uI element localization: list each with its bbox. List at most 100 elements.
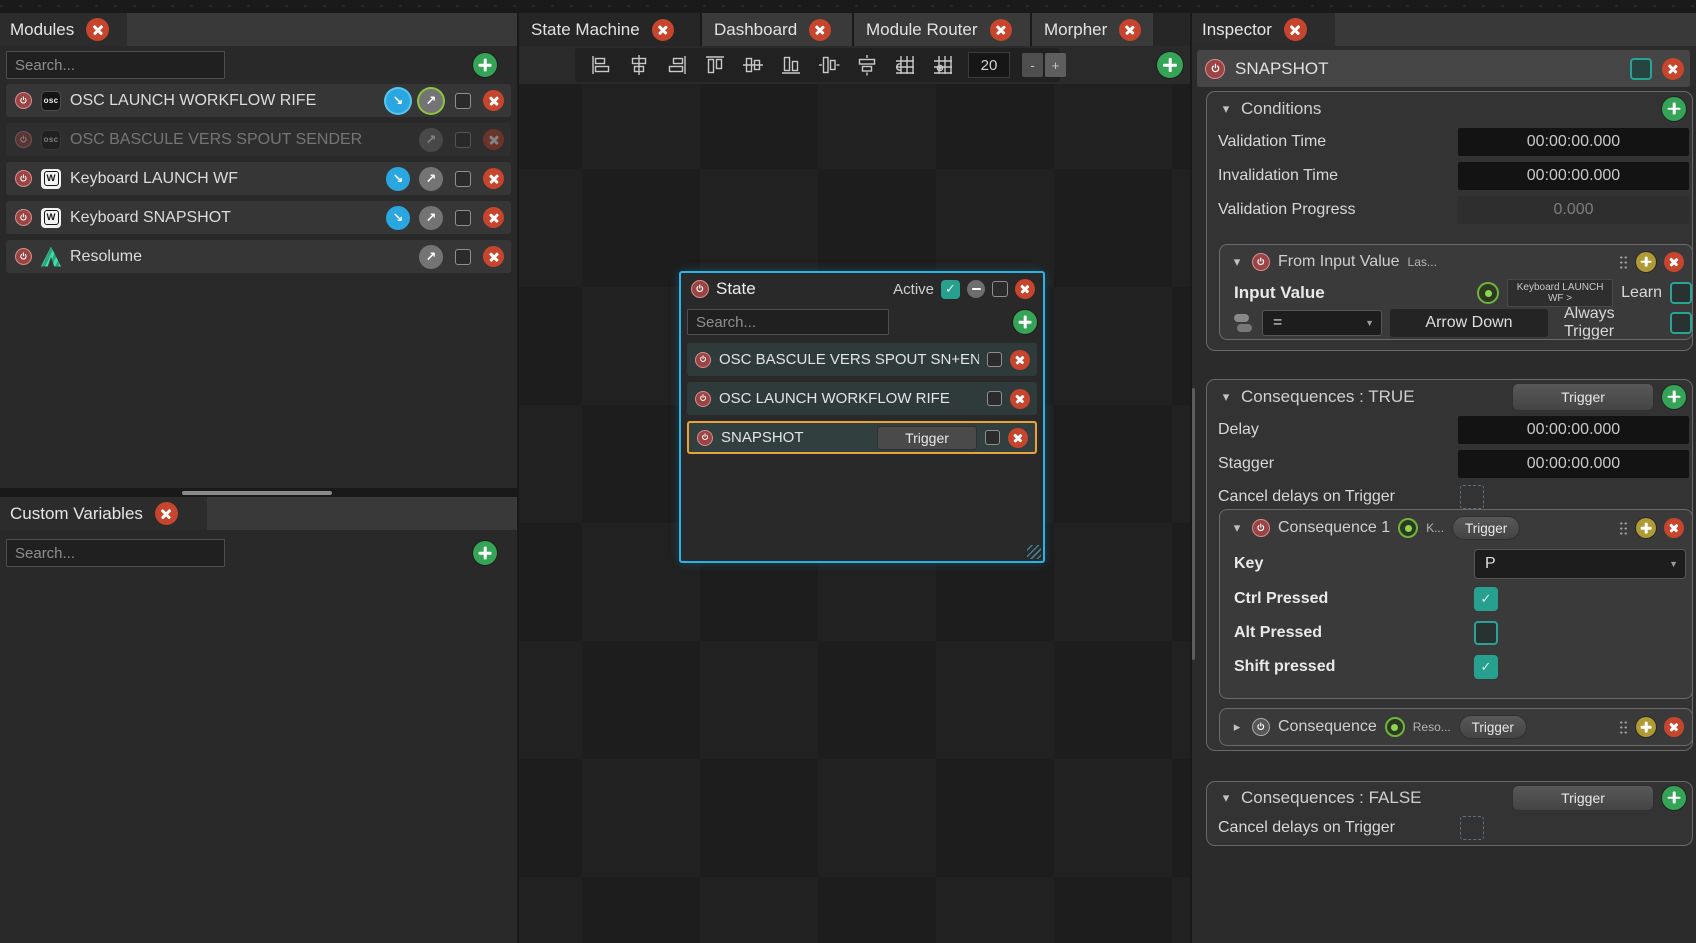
item-checkbox[interactable] — [987, 391, 1002, 406]
consequences-true-header[interactable]: ▾ Consequences : TRUE Trigger — [1207, 380, 1692, 413]
align-left-icon[interactable] — [588, 52, 614, 78]
drag-handle-icon[interactable] — [1619, 255, 1628, 269]
search-input[interactable] — [6, 51, 225, 79]
alt-pressed-checkbox[interactable] — [1474, 621, 1498, 645]
remove-module-button[interactable] — [483, 168, 504, 189]
align-top-icon[interactable] — [702, 52, 728, 78]
state-node-header[interactable]: State Active ✓ — [681, 273, 1043, 305]
power-icon[interactable] — [1252, 718, 1270, 736]
active-checkbox[interactable]: ✓ — [941, 280, 960, 299]
cancel-delays-checkbox[interactable] — [1460, 816, 1484, 840]
power-icon[interactable] — [15, 248, 32, 265]
chevron-down-icon[interactable]: ▾ — [1219, 101, 1233, 117]
duplicate-consequence-button[interactable] — [1636, 717, 1656, 737]
tab-dashboard[interactable]: Dashboard — [702, 13, 852, 46]
module-row[interactable]: WKeyboard SNAPSHOT↘↗ — [6, 201, 511, 234]
chevron-down-icon[interactable]: ▾ — [1230, 520, 1244, 536]
tab-modules[interactable]: Modules — [0, 13, 127, 46]
align-right-icon[interactable] — [664, 52, 690, 78]
from-input-value-header[interactable]: ▾ From Input Value Las... — [1220, 245, 1692, 278]
comparator-toggle-icon[interactable] — [1234, 313, 1254, 333]
validation-time-field[interactable]: 00:00:00.000 — [1458, 128, 1689, 156]
drag-handle-icon[interactable] — [1619, 720, 1628, 734]
state-item-row[interactable]: SNAPSHOTTrigger — [687, 421, 1037, 454]
enabled-checkbox[interactable] — [1630, 58, 1652, 80]
ctrl-pressed-checkbox[interactable]: ✓ — [1474, 587, 1498, 611]
power-icon[interactable] — [695, 391, 711, 407]
search-input[interactable] — [687, 309, 889, 335]
tab-module-router[interactable]: Module Router — [854, 13, 1030, 46]
power-icon[interactable] — [691, 280, 709, 298]
remove-consequence-button[interactable] — [1664, 717, 1684, 737]
snap-to-grid-icon[interactable] — [892, 52, 918, 78]
delay-field[interactable]: 00:00:00.000 — [1458, 416, 1689, 444]
consequence-2-header[interactable]: ▸ Consequence Reso... Trigger — [1220, 709, 1692, 745]
add-consequence-button[interactable] — [1662, 786, 1686, 810]
remove-item-button[interactable] — [1010, 389, 1030, 409]
tab-morpher[interactable]: Morpher — [1032, 13, 1153, 46]
learn-checkbox[interactable] — [1670, 282, 1692, 304]
trigger-button[interactable]: Trigger — [1452, 516, 1520, 540]
remove-module-button[interactable] — [483, 246, 504, 267]
power-icon[interactable] — [15, 170, 32, 187]
search-input[interactable] — [6, 539, 225, 567]
align-center-horizontal-icon[interactable] — [626, 52, 652, 78]
drag-handle-icon[interactable] — [1619, 521, 1628, 535]
shift-pressed-checkbox[interactable]: ✓ — [1474, 655, 1498, 679]
power-icon[interactable] — [695, 352, 711, 368]
remove-consequence-button[interactable] — [1664, 518, 1684, 538]
remove-item-button[interactable] — [1662, 58, 1684, 80]
consequences-false-header[interactable]: ▾ Consequences : FALSE Trigger — [1207, 782, 1692, 813]
target-select-icon[interactable] — [1385, 717, 1405, 737]
target-select-icon[interactable] — [1398, 518, 1418, 538]
trigger-all-button[interactable]: Trigger — [1512, 383, 1654, 411]
item-checkbox[interactable] — [985, 430, 1000, 445]
stagger-field[interactable]: 00:00:00.000 — [1458, 450, 1689, 478]
close-icon[interactable] — [1284, 18, 1307, 41]
chevron-down-icon[interactable]: ▾ — [1219, 389, 1233, 405]
reference-value-button[interactable]: Arrow Down — [1390, 309, 1548, 337]
grid-size-field[interactable]: 20 — [968, 52, 1010, 78]
trigger-button[interactable]: Trigger — [877, 426, 977, 450]
operator-dropdown[interactable]: = — [1262, 310, 1382, 336]
power-icon[interactable] — [1252, 253, 1270, 271]
module-checkbox[interactable] — [455, 249, 471, 265]
close-icon[interactable] — [652, 19, 674, 41]
align-center-vertical-icon[interactable] — [740, 52, 766, 78]
module-checkbox[interactable] — [455, 132, 471, 148]
add-condition-button[interactable] — [1662, 97, 1686, 121]
module-row[interactable]: oscOSC BASCULE VERS SPOUT SENDER↗ — [6, 123, 511, 156]
chevron-down-icon[interactable]: ▾ — [1219, 790, 1233, 806]
item-checkbox[interactable] — [987, 352, 1002, 367]
remove-item-button[interactable] — [1010, 350, 1030, 370]
key-dropdown[interactable]: P — [1474, 549, 1686, 579]
close-icon[interactable] — [1119, 19, 1141, 41]
resize-handle[interactable] — [1027, 545, 1041, 559]
tab-custom-variables[interactable]: Custom Variables — [0, 497, 207, 530]
module-checkbox[interactable] — [455, 171, 471, 187]
close-icon[interactable] — [155, 502, 178, 525]
add-state-button[interactable] — [1157, 52, 1183, 78]
chevron-right-icon[interactable]: ▸ — [1230, 719, 1244, 735]
state-item-row[interactable]: OSC LAUNCH WORKFLOW RIFE — [687, 382, 1037, 415]
power-icon[interactable] — [15, 209, 32, 226]
tab-inspector[interactable]: Inspector — [1192, 13, 1335, 46]
duplicate-condition-button[interactable] — [1636, 252, 1656, 272]
power-icon[interactable] — [1205, 59, 1225, 79]
distribute-horizontal-icon[interactable] — [816, 52, 842, 78]
collapse-circle-icon[interactable] — [967, 280, 985, 298]
remove-item-button[interactable] — [1008, 428, 1028, 448]
module-row[interactable]: oscOSC LAUNCH WORKFLOW RIFE↘↗ — [6, 84, 511, 117]
add-variable-group-button[interactable] — [473, 541, 497, 565]
remove-module-button[interactable] — [483, 207, 504, 228]
grid-size-decrement-button[interactable]: - — [1022, 53, 1043, 77]
power-icon[interactable] — [15, 131, 32, 148]
distribute-vertical-icon[interactable] — [854, 52, 880, 78]
invalidation-time-field[interactable]: 00:00:00.000 — [1458, 162, 1689, 190]
remove-module-button[interactable] — [483, 90, 504, 111]
inspector-scrollbar[interactable] — [1192, 388, 1195, 660]
state-node[interactable]: State Active ✓ OSC BASCULE VERS SPOUT SN… — [679, 271, 1045, 563]
remove-module-button[interactable] — [483, 129, 504, 150]
cancel-delays-checkbox[interactable] — [1460, 485, 1484, 509]
module-row[interactable]: WKeyboard LAUNCH WF↘↗ — [6, 162, 511, 195]
